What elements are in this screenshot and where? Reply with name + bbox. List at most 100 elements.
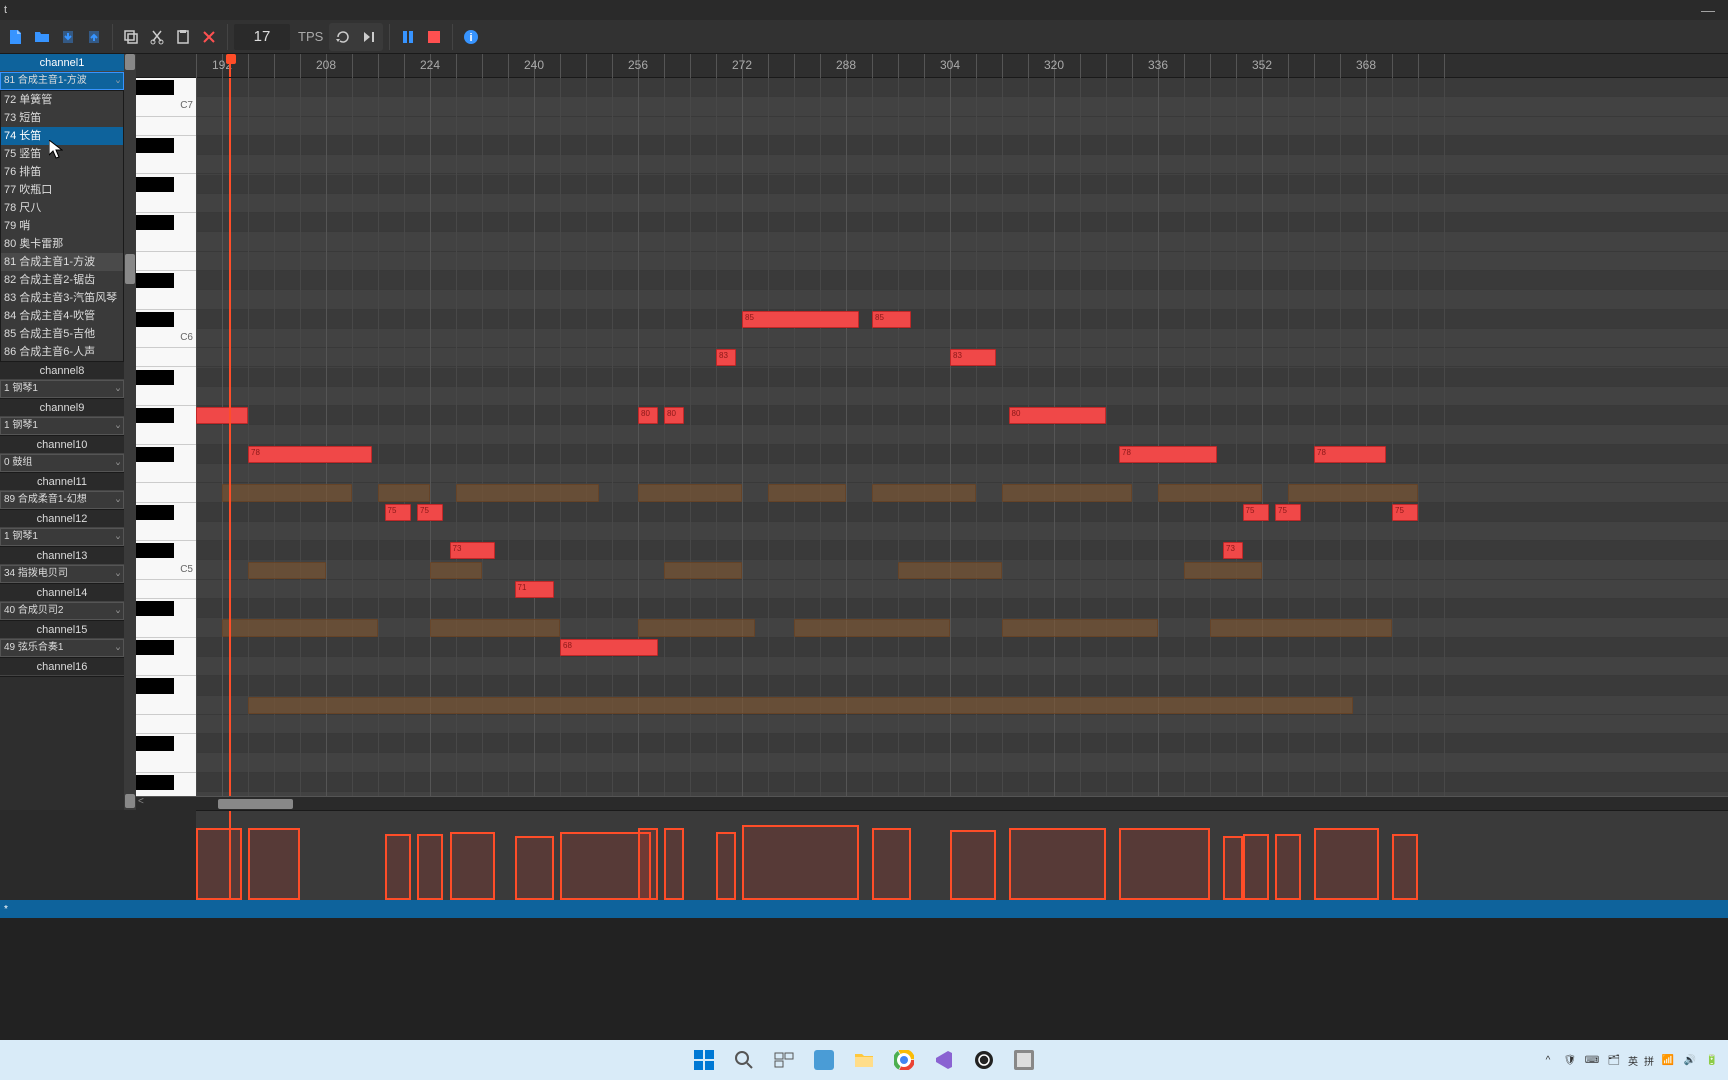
midi-note[interactable]: 80 (1009, 407, 1107, 424)
velocity-bar[interactable] (638, 828, 658, 900)
taskbar-app-1[interactable] (806, 1042, 842, 1078)
dropdown-item[interactable]: 75 竖笛 (1, 145, 123, 163)
playhead[interactable] (229, 54, 231, 77)
volume-icon[interactable]: 🔊 (1682, 1052, 1698, 1068)
velocity-bar[interactable] (742, 825, 859, 900)
midi-note[interactable]: 73 (450, 542, 496, 559)
dropdown-item[interactable]: 72 单簧管 (1, 91, 123, 109)
dropdown-item[interactable]: 77 吹瓶口 (1, 181, 123, 199)
midi-note[interactable]: 83 (950, 349, 996, 366)
velocity-bar[interactable] (1314, 828, 1379, 900)
channel-header[interactable]: channel13 (0, 547, 124, 565)
task-view-icon[interactable] (766, 1042, 802, 1078)
import-icon[interactable] (56, 25, 80, 49)
instrument-select[interactable]: 49 弦乐合奏1 (0, 639, 124, 657)
midi-note[interactable]: 75 (1275, 504, 1301, 521)
search-icon[interactable] (726, 1042, 762, 1078)
midi-note[interactable]: 78 (1314, 446, 1386, 463)
system-tray[interactable]: ^ 🛡 ⌨ 🗂 英 拼 📶 🔊 🔋 (1540, 1052, 1720, 1068)
minimize-button[interactable]: — (1688, 2, 1728, 18)
velocity-bar[interactable] (950, 830, 996, 900)
midi-note[interactable] (196, 407, 248, 424)
instrument-select[interactable]: 0 鼓组 (0, 454, 124, 472)
vs-icon[interactable] (926, 1042, 962, 1078)
velocity-bar[interactable] (1009, 828, 1107, 900)
stop-button[interactable] (422, 25, 446, 49)
piano-keyboard[interactable]: C7C6C5C4 (136, 78, 196, 796)
midi-note[interactable]: 75 (1243, 504, 1269, 521)
midi-note[interactable]: 85 (872, 311, 911, 328)
tempo-value[interactable]: 17 (234, 24, 290, 50)
power-icon[interactable]: 🔋 (1704, 1052, 1720, 1068)
horizontal-scrollbar[interactable] (136, 796, 1728, 810)
channel-header[interactable]: channel1 (0, 54, 124, 72)
midi-note[interactable]: 83 (716, 349, 736, 366)
instrument-select[interactable]: 89 合成柔音1-幻想 (0, 491, 124, 509)
velocity-bar[interactable] (1119, 828, 1210, 900)
ime-lang[interactable]: 英 (1628, 1053, 1638, 1068)
export-icon[interactable] (82, 25, 106, 49)
sidebar-scrollbar[interactable] (124, 54, 136, 810)
info-icon[interactable]: i (459, 25, 483, 49)
instrument-select[interactable]: 40 合成贝司2 (0, 602, 124, 620)
dropdown-item[interactable]: 83 合成主音3-汽笛风琴 (1, 289, 123, 307)
channel-header[interactable]: channel15 (0, 621, 124, 639)
dropdown-item[interactable]: 81 合成主音1-方波 (1, 253, 123, 271)
delete-icon[interactable] (197, 25, 221, 49)
tray-app-icon[interactable]: 🛡 (1562, 1052, 1578, 1068)
velocity-bar[interactable] (1243, 834, 1269, 900)
chrome-icon[interactable] (886, 1042, 922, 1078)
dropdown-item[interactable]: 86 合成主音6-人声 (1, 343, 123, 361)
dropdown-item[interactable]: 74 长笛 (1, 127, 123, 145)
obs-icon[interactable] (966, 1042, 1002, 1078)
dropdown-item[interactable]: 76 排笛 (1, 163, 123, 181)
instrument-select[interactable]: 1 钢琴1 (0, 380, 124, 398)
paste-icon[interactable] (171, 25, 195, 49)
pause-button[interactable] (396, 25, 420, 49)
dropdown-item[interactable]: 85 合成主音5-吉他 (1, 325, 123, 343)
note-grid[interactable]: 85858383808080787878757575757573737168 (196, 78, 1728, 796)
instrument-select[interactable]: 1 钢琴1 (0, 528, 124, 546)
velocity-bar[interactable] (1223, 836, 1243, 900)
loop-icon[interactable] (331, 25, 355, 49)
timeline-ruler[interactable]: 192208224240256272288304320336352368 (136, 54, 1728, 78)
ime-mode[interactable]: 拼 (1644, 1053, 1654, 1068)
velocity-bar[interactable] (1275, 834, 1301, 900)
battery-icon[interactable]: 🗂 (1606, 1052, 1622, 1068)
instrument-select[interactable]: 34 指拨电贝司 (0, 565, 124, 583)
midi-note[interactable]: 68 (560, 639, 658, 656)
midi-note[interactable]: 75 (1392, 504, 1418, 521)
velocity-bar[interactable] (872, 828, 911, 900)
midi-note[interactable]: 71 (515, 581, 554, 598)
channel-header[interactable]: channel14 (0, 584, 124, 602)
velocity-panel[interactable] (196, 810, 1728, 900)
velocity-bar[interactable] (385, 834, 411, 900)
midi-note[interactable]: 78 (248, 446, 372, 463)
keyboard-icon[interactable]: ⌨ (1584, 1052, 1600, 1068)
velocity-bar[interactable] (248, 828, 300, 900)
velocity-bar[interactable] (417, 834, 443, 900)
tray-chevron-icon[interactable]: ^ (1540, 1052, 1556, 1068)
velocity-bar[interactable] (450, 832, 496, 900)
midi-note[interactable]: 80 (664, 407, 684, 424)
midi-note[interactable]: 75 (417, 504, 443, 521)
open-file-icon[interactable] (30, 25, 54, 49)
dropdown-item[interactable]: 73 短笛 (1, 109, 123, 127)
midi-note[interactable]: 85 (742, 311, 859, 328)
midi-note[interactable]: 73 (1223, 542, 1243, 559)
dropdown-item[interactable]: 84 合成主音4-吹管 (1, 307, 123, 325)
velocity-bar[interactable] (664, 828, 684, 900)
channel-header[interactable]: channel11 (0, 473, 124, 491)
wifi-icon[interactable]: 📶 (1660, 1052, 1676, 1068)
velocity-bar[interactable] (716, 832, 736, 900)
midi-note[interactable]: 78 (1119, 446, 1217, 463)
instrument-select[interactable]: 1 钢琴1 (0, 417, 124, 435)
channel-header[interactable]: channel8 (0, 362, 124, 380)
new-file-icon[interactable] (4, 25, 28, 49)
midi-note[interactable]: 75 (385, 504, 411, 521)
copy-icon[interactable] (119, 25, 143, 49)
channel-header[interactable]: channel10 (0, 436, 124, 454)
velocity-bar[interactable] (196, 828, 242, 900)
dropdown-item[interactable]: 79 哨 (1, 217, 123, 235)
dropdown-item[interactable]: 78 尺八 (1, 199, 123, 217)
